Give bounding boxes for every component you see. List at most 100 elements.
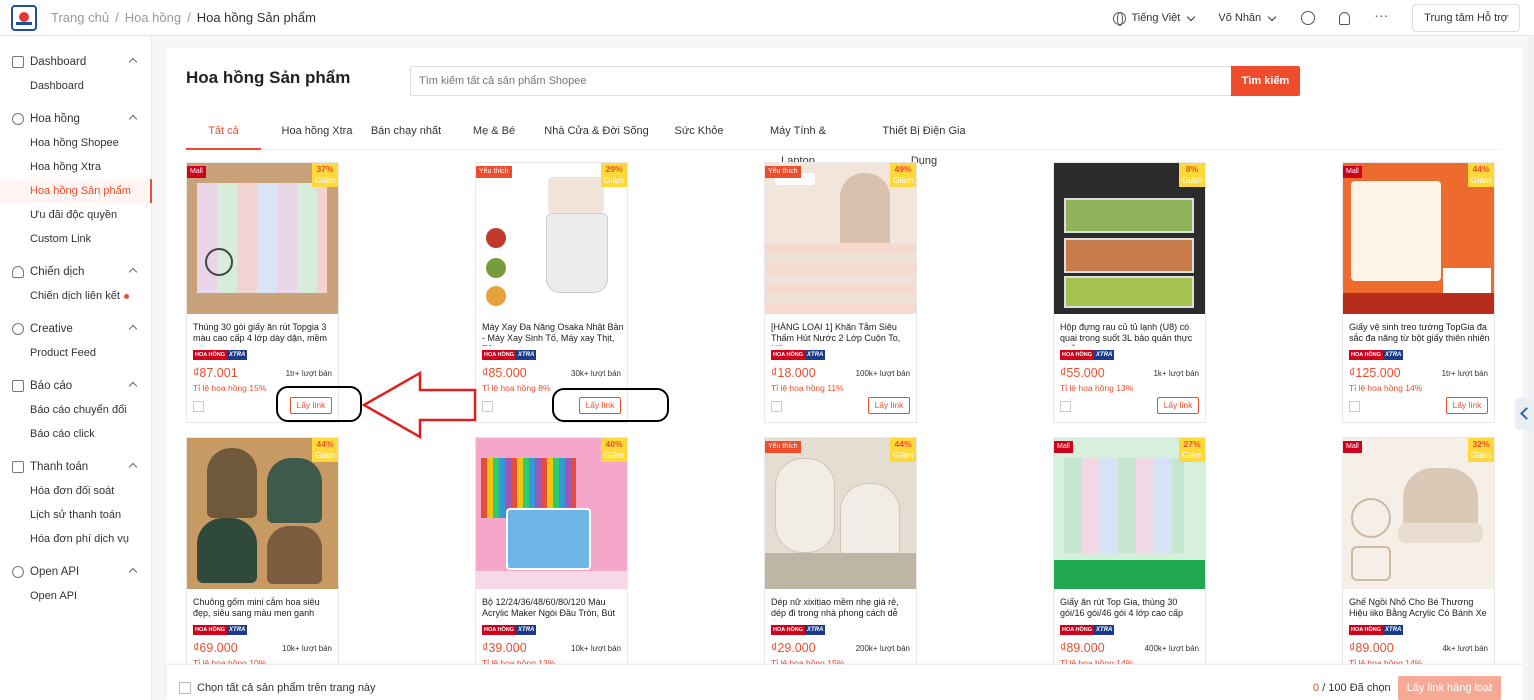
language-selector[interactable]: Tiếng Việt bbox=[1113, 11, 1196, 26]
sidebar-item-hoadon-doisoat[interactable]: Hóa đơn đối soát bbox=[0, 479, 152, 503]
product-image[interactable]: 8% Giảm bbox=[1054, 163, 1205, 314]
more-icon[interactable]: ··· bbox=[1374, 8, 1388, 25]
product-checkbox[interactable] bbox=[482, 401, 493, 412]
select-all-checkbox[interactable] bbox=[179, 682, 191, 694]
chevron-up-icon bbox=[128, 57, 138, 67]
sidebar-section-header[interactable]: Chiến dịch bbox=[0, 260, 152, 284]
product-card[interactable]: Yêu thích 49% Giảm [HÀNG LOẠI 1] Khăn Tắm S… bbox=[764, 162, 917, 423]
product-card[interactable]: Mall 27% Giảm Giấy ăn rút Top Gia, thùng 30… bbox=[1053, 437, 1206, 698]
product-image[interactable]: Mall 32% Giảm bbox=[1343, 438, 1494, 589]
product-name[interactable]: Ghế Ngồi Nhỏ Cho Bé Thương Hiệu iiko Bằn… bbox=[1349, 597, 1491, 621]
commission-badges: HOA HỒNG XTRA bbox=[193, 350, 248, 360]
section-title: Creative bbox=[30, 323, 73, 335]
sidebar-item-baocao-chuyendoi[interactable]: Báo cáo chuyển đổi bbox=[0, 398, 152, 422]
product-image[interactable]: Mall 27% Giảm bbox=[1054, 438, 1205, 589]
sidebar-item-lichsu-thanhtoan[interactable]: Lịch sử thanh toán bbox=[0, 503, 152, 527]
product-name[interactable]: Máy Xay Đa Năng Osaka Nhật Bản - Máy Xay… bbox=[482, 322, 624, 346]
commission-badges: HOA HỒNG XTRA bbox=[193, 625, 248, 635]
search-button[interactable]: Tìm kiếm bbox=[1231, 66, 1300, 96]
tab-suckhoe[interactable]: Sức Khỏe bbox=[673, 116, 725, 150]
product-image[interactable]: Yêu thích 29% Giảm bbox=[476, 163, 627, 314]
breadcrumb-home[interactable]: Trang chủ bbox=[51, 10, 109, 25]
product-card[interactable]: Mall 37% Giảm Thùng 30 gói giấy ăn rút Topg… bbox=[186, 162, 339, 423]
sidebar-item-dashboard[interactable]: Dashboard bbox=[0, 74, 152, 98]
breadcrumb-hoahong[interactable]: Hoa hồng bbox=[125, 10, 181, 25]
product-card[interactable]: Mall 44% Giảm Giấy vệ sinh treo tường TopGi… bbox=[1342, 162, 1495, 423]
discount-word: Giảm bbox=[314, 175, 336, 185]
product-card[interactable]: 44% Giảm Chuông gốm mini cắm hoa siêu đẹp,… bbox=[186, 437, 339, 698]
discount-badge: 44% Giảm bbox=[1468, 163, 1494, 187]
commission-rate: Tỉ lệ hoa hồng 11% bbox=[771, 383, 844, 393]
product-card[interactable]: 8% Giảm Hộp đựng rau củ tủ lạnh (U8) có qu… bbox=[1053, 162, 1206, 423]
tab-thietbidien[interactable]: Thiết Bị Điện Gia Dụng bbox=[868, 116, 980, 167]
product-image[interactable]: Yêu thích 44% Giảm bbox=[765, 438, 916, 589]
get-link-button[interactable]: Lấy link bbox=[868, 397, 910, 414]
product-card[interactable]: Yêu thích 44% Giảm Dép nữ xixitiao mềm nhẹ … bbox=[764, 437, 917, 698]
product-card[interactable]: 40% Giảm Bộ 12/24/36/48/60/80/120 Màu Acry… bbox=[475, 437, 628, 698]
shop-tag-badge: Yêu thích bbox=[765, 441, 801, 453]
product-checkbox[interactable] bbox=[193, 401, 204, 412]
bell-icon[interactable] bbox=[1339, 11, 1351, 25]
get-link-button[interactable]: Lấy link bbox=[1446, 397, 1488, 414]
badge-hoahong: HOA HỒNG bbox=[1060, 350, 1095, 360]
product-image[interactable]: Mall 37% Giảm bbox=[187, 163, 338, 314]
product-image[interactable]: Yêu thích 49% Giảm bbox=[765, 163, 916, 314]
sidebar-section-header[interactable]: Hoa hồng bbox=[0, 107, 152, 131]
collapse-panel-chevron-left-icon[interactable] bbox=[1515, 398, 1534, 430]
sidebar-item-openapi[interactable]: Open API bbox=[0, 584, 152, 608]
tab-all[interactable]: Tất cả bbox=[186, 116, 261, 150]
currency-icon[interactable] bbox=[1301, 11, 1316, 25]
chevron-down-icon bbox=[1267, 12, 1277, 21]
sidebar-section-header[interactable]: Creative bbox=[0, 317, 152, 341]
product-name[interactable]: Chuông gốm mini cắm hoa siêu đẹp, siêu s… bbox=[193, 597, 335, 621]
sidebar-section-header[interactable]: Open API bbox=[0, 560, 152, 584]
sidebar-item-hoahong-xtra[interactable]: Hoa hồng Xtra bbox=[0, 155, 152, 179]
sidebar-item-hoadon-phidichvu[interactable]: Hóa đơn phí dịch vụ bbox=[0, 527, 152, 551]
product-image[interactable]: 40% Giảm bbox=[476, 438, 627, 589]
select-all-label[interactable]: Chọn tất cả sản phẩm trên trang này bbox=[197, 682, 376, 694]
logo-icon[interactable] bbox=[11, 4, 37, 31]
bulk-get-link-button[interactable]: Lấy link hàng loạt bbox=[1398, 676, 1501, 700]
product-card[interactable]: Mall 32% Giảm Ghế Ngồi Nhỏ Cho Bé Thương Hi… bbox=[1342, 437, 1495, 698]
product-name[interactable]: Giấy vệ sinh treo tường TopGia đa sắc đa… bbox=[1349, 322, 1491, 346]
product-checkbox[interactable] bbox=[1349, 401, 1360, 412]
tab-hoahong-xtra[interactable]: Hoa hồng Xtra bbox=[272, 116, 362, 150]
product-checkbox[interactable] bbox=[1060, 401, 1071, 412]
tab-banchay[interactable]: Bán chạy nhất bbox=[368, 116, 444, 150]
sidebar-item-uudai[interactable]: Ưu đãi độc quyền bbox=[0, 203, 152, 227]
product-image[interactable]: 44% Giảm bbox=[187, 438, 338, 589]
product-name[interactable]: Hộp đựng rau củ tủ lạnh (U8) có quai tro… bbox=[1060, 322, 1202, 346]
discount-word: Giảm bbox=[1470, 450, 1492, 460]
sidebar-item-hoahong-shopee[interactable]: Hoa hồng Shopee bbox=[0, 131, 152, 155]
discount-badge: 29% Giảm bbox=[601, 163, 627, 187]
sidebar-section-header[interactable]: Báo cáo bbox=[0, 374, 152, 398]
sidebar-item-custom-link[interactable]: Custom Link bbox=[0, 227, 152, 251]
user-menu[interactable]: Võ Nhân bbox=[1218, 12, 1277, 24]
tab-nhacua[interactable]: Nhà Cửa & Đời Sống bbox=[544, 116, 649, 150]
page-scrollbar[interactable] bbox=[1528, 37, 1534, 700]
sidebar-item-baocao-click[interactable]: Báo cáo click bbox=[0, 422, 152, 446]
sidebar-item-chiendich-lienket[interactable]: Chiến dịch liên kết bbox=[0, 284, 152, 308]
search-input[interactable] bbox=[410, 66, 1232, 96]
product-name[interactable]: Thùng 30 gói giấy ăn rút Topgia 3 màu ca… bbox=[193, 322, 335, 346]
product-name[interactable]: Giấy ăn rút Top Gia, thùng 30 gói/16 gói… bbox=[1060, 597, 1202, 621]
product-checkbox[interactable] bbox=[771, 401, 782, 412]
product-price: ₫55.000 bbox=[1060, 366, 1105, 380]
discount-value: 29% bbox=[605, 164, 623, 174]
sidebar-item-hoahong-sanpham[interactable]: Hoa hồng Sản phẩm bbox=[0, 179, 152, 203]
help-center-button[interactable]: Trung tâm Hỗ trợ bbox=[1412, 4, 1520, 32]
discount-value: 37% bbox=[316, 164, 334, 174]
product-name[interactable]: Dép nữ xixitiao mềm nhẹ giá rẻ, dép đi t… bbox=[771, 597, 913, 621]
product-name[interactable]: [HÀNG LOẠI 1] Khăn Tắm Siêu Thấm Hút Nướ… bbox=[771, 322, 913, 346]
get-link-button[interactable]: Lấy link bbox=[1157, 397, 1199, 414]
tab-mebe[interactable]: Mẹ & Bé bbox=[468, 116, 520, 150]
product-card[interactable]: Yêu thích 29% Giảm Máy Xay Đa Năng Osaka Nh… bbox=[475, 162, 628, 423]
sidebar: Dashboard Dashboard Hoa hồng Hoa hồng Sh… bbox=[0, 37, 152, 700]
sidebar-section-header[interactable]: Dashboard bbox=[0, 50, 152, 74]
discount-value: 44% bbox=[316, 439, 334, 449]
sidebar-item-product-feed[interactable]: Product Feed bbox=[0, 341, 152, 365]
tab-maytinh[interactable]: Máy Tính & Laptop bbox=[752, 116, 844, 167]
product-image[interactable]: Mall 44% Giảm bbox=[1343, 163, 1494, 314]
product-name[interactable]: Bộ 12/24/36/48/60/80/120 Màu Acrylic Mak… bbox=[482, 597, 624, 621]
sidebar-section-header[interactable]: Thanh toán bbox=[0, 455, 152, 479]
